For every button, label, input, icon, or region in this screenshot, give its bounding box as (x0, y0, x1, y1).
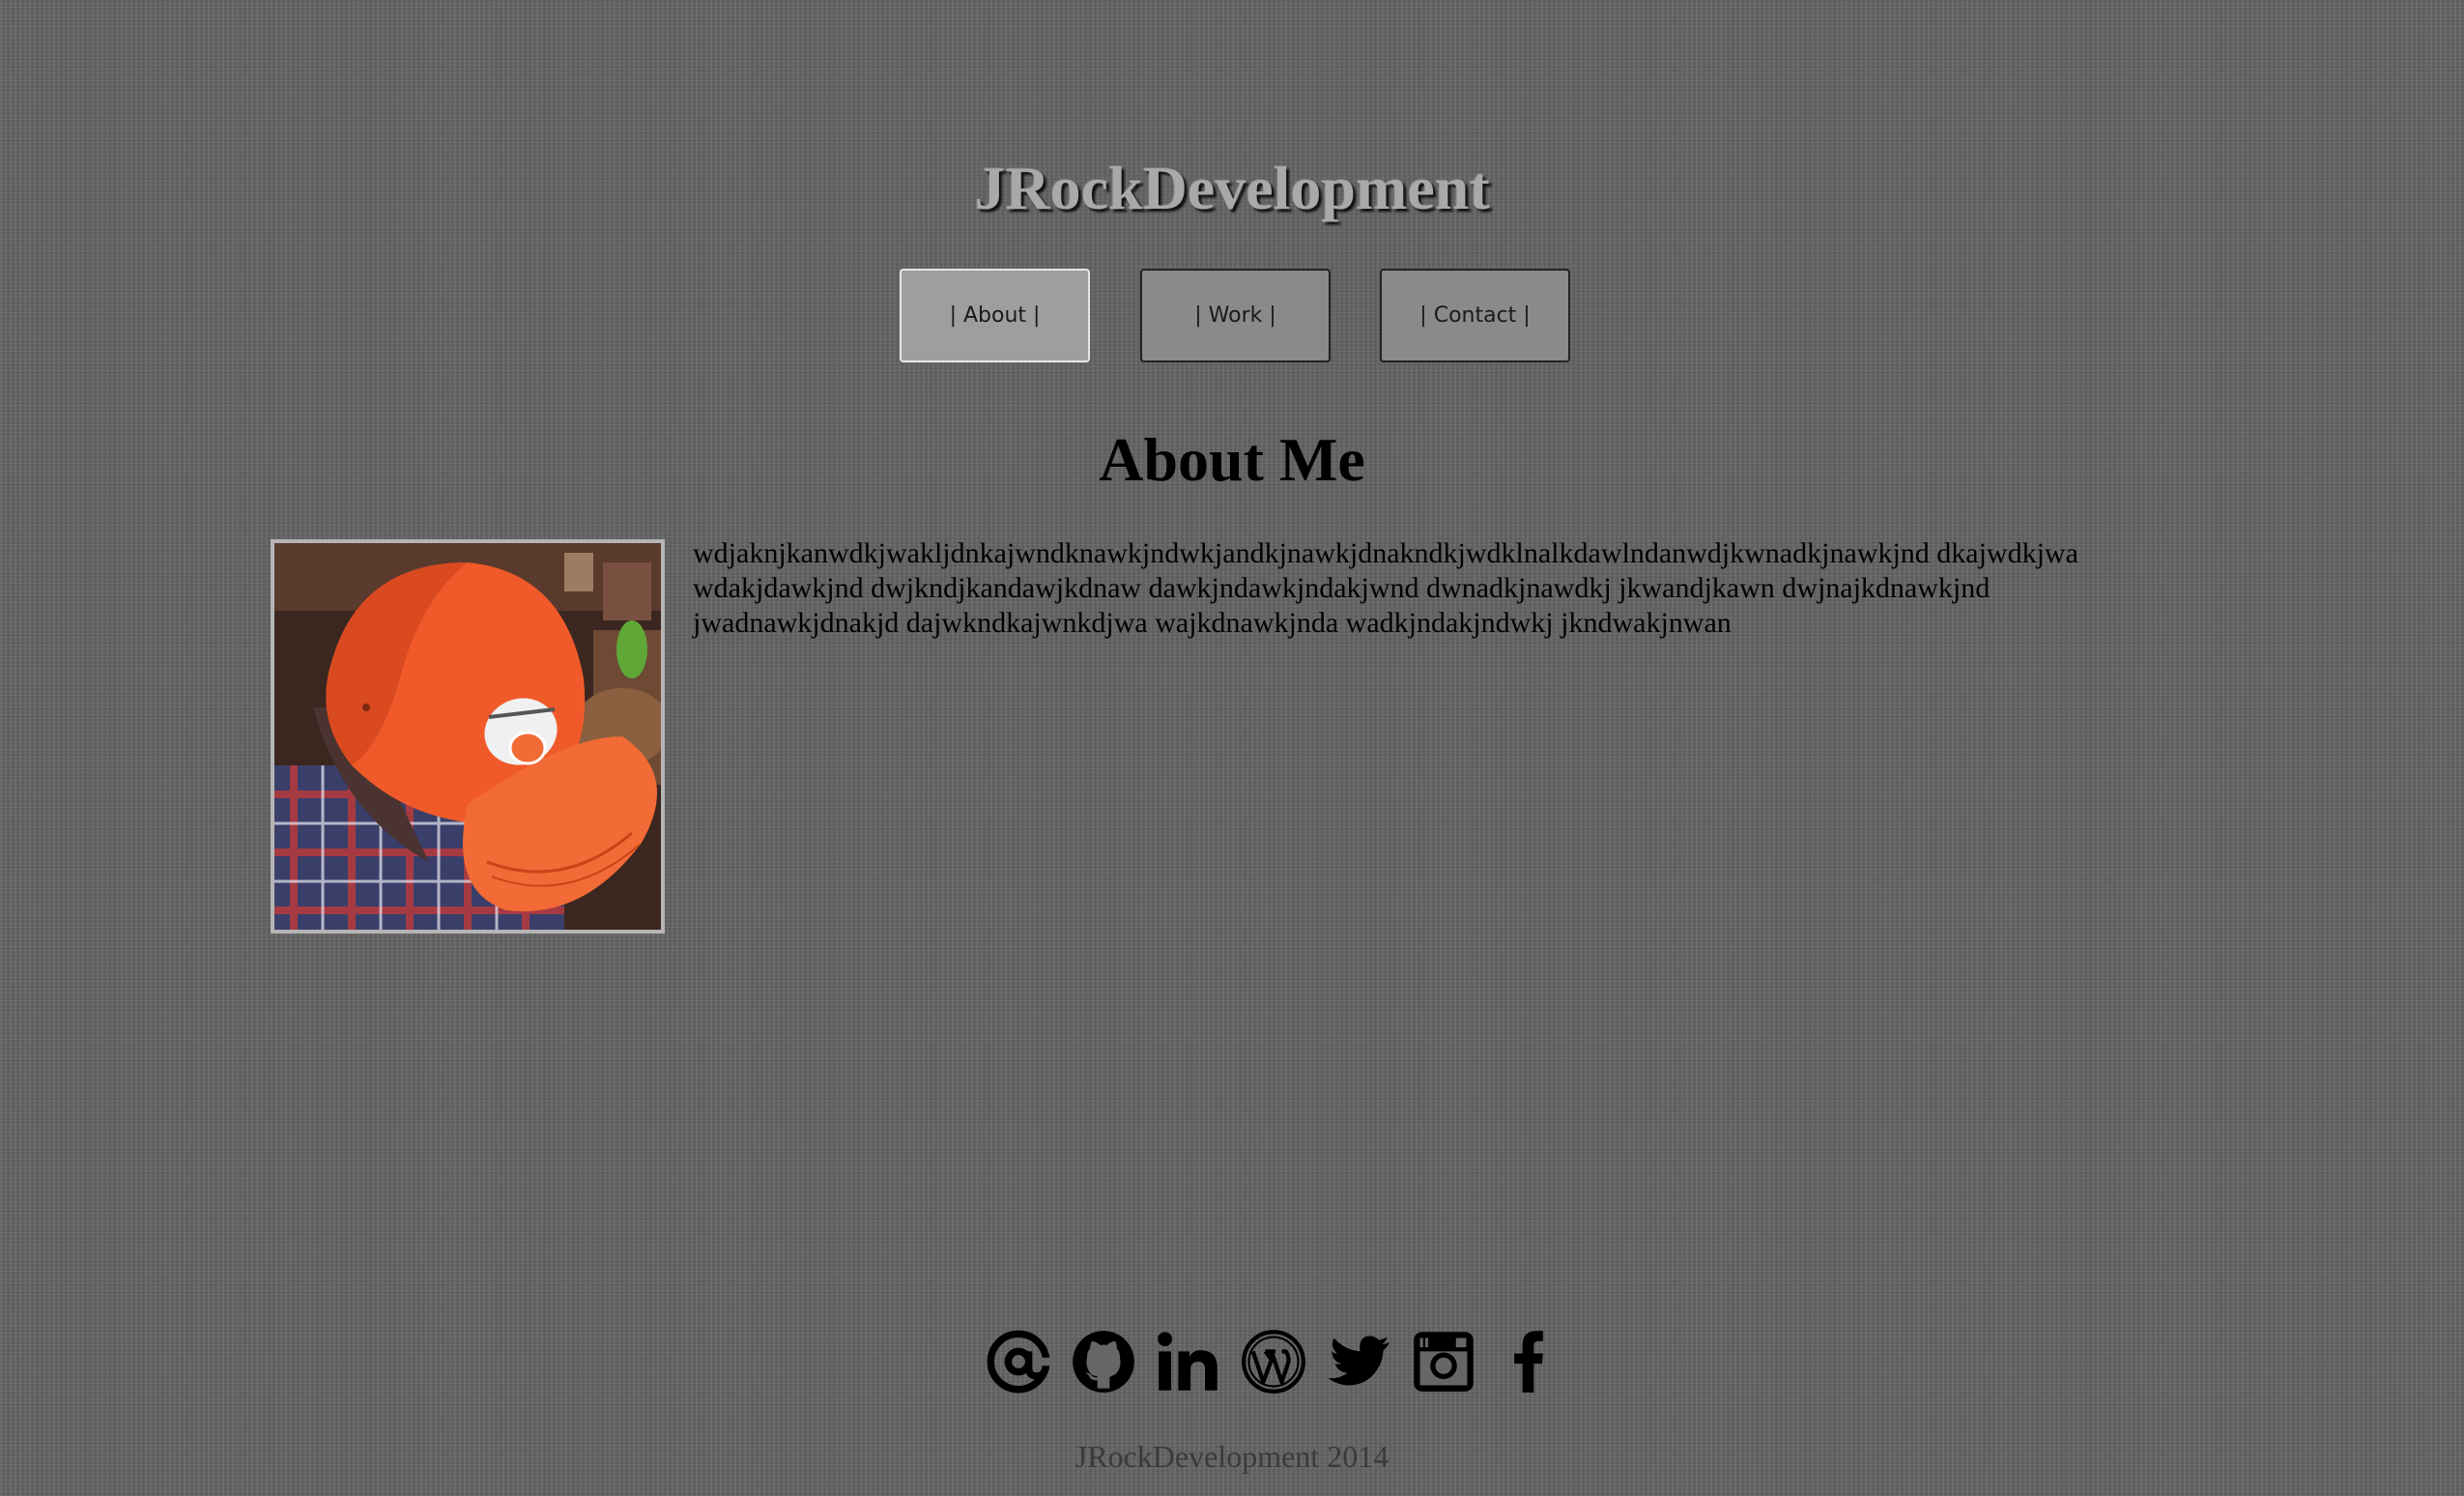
site-title: JRockDevelopment (974, 154, 1490, 222)
social-links (986, 1329, 1565, 1398)
wordpress-icon[interactable] (1241, 1329, 1306, 1395)
nav-contact-button[interactable]: | Contact | (1380, 269, 1570, 362)
nav-about-button[interactable]: | About | (900, 269, 1090, 362)
at-email-icon[interactable] (986, 1329, 1051, 1395)
main-nav: | About | | Work | | Contact | (900, 269, 1573, 365)
instagram-icon[interactable] (1411, 1329, 1476, 1395)
github-icon[interactable] (1071, 1329, 1136, 1395)
about-heading: About Me (1099, 425, 1365, 494)
facebook-icon[interactable] (1496, 1329, 1561, 1395)
bio-text: wdjaknjkanwdkjwakljdnkajwndknawkjndwkjan… (693, 537, 2078, 639)
linkedin-icon[interactable] (1156, 1329, 1221, 1395)
footer-copyright: JRockDevelopment 2014 (1074, 1439, 1390, 1474)
profile-photo (271, 539, 665, 934)
twitter-icon[interactable] (1326, 1329, 1391, 1395)
nav-work-button[interactable]: | Work | (1140, 269, 1331, 362)
